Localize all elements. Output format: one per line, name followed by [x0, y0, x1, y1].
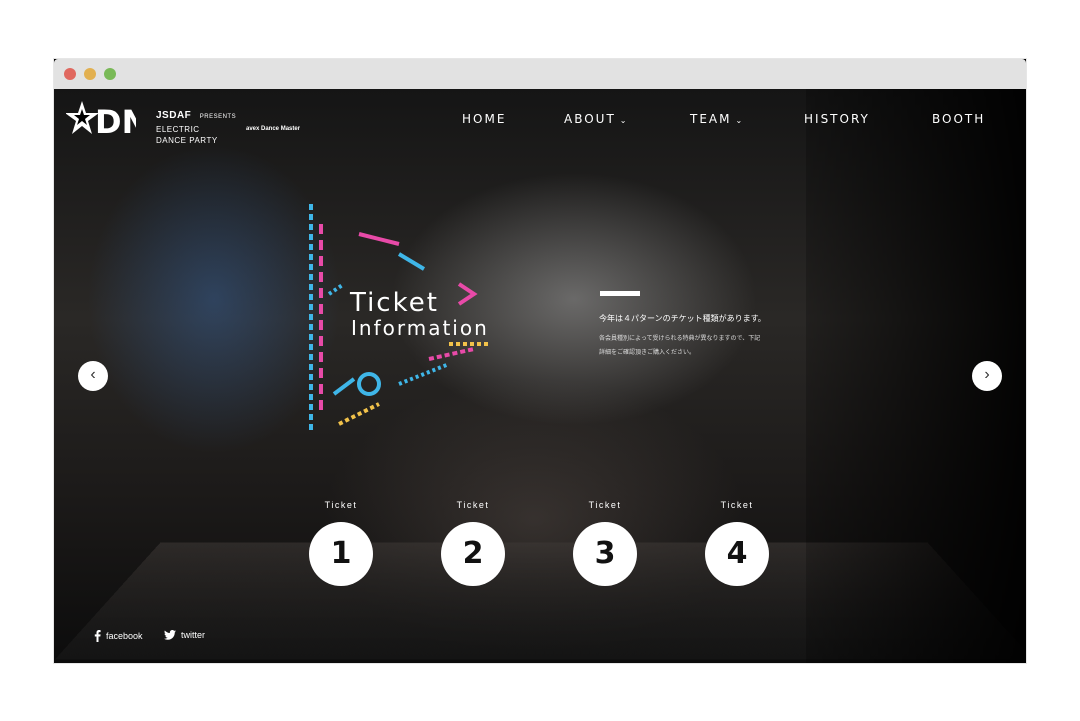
twitter-link[interactable]: twitter — [164, 630, 205, 640]
nav-booth-label: BOOTH — [932, 112, 985, 126]
ticket-4-label: Ticket — [705, 500, 769, 510]
dn-logo[interactable]: DN — [66, 99, 136, 141]
maximize-dot[interactable] — [104, 68, 116, 80]
nav-about-label: ABOUT — [564, 112, 616, 126]
ticket-1-label: Ticket — [309, 500, 373, 510]
ticket-2-button[interactable]: 2 — [441, 522, 505, 586]
facebook-link[interactable]: facebook — [94, 630, 143, 642]
nav-history[interactable]: HISTORY — [804, 112, 870, 126]
browser-titlebar — [54, 59, 1026, 89]
facebook-label: facebook — [106, 631, 143, 641]
nav-history-label: HISTORY — [804, 112, 870, 126]
ticket-note-line1: 各会員種別によって受けられる特典が異なりますので、下記 — [599, 333, 760, 342]
ticket-3-button[interactable]: 3 — [573, 522, 637, 586]
ticket-note-line2: 詳細をご確認頂きご購入ください。 — [599, 347, 695, 356]
event-name-line1: ELECTRIC — [156, 126, 236, 134]
chevron-down-icon: ⌄ — [735, 116, 742, 125]
hero-section: DN JSDAF PRESENTS ELECTRIC DANCE PARTY a… — [54, 89, 1026, 663]
event-name-line2: DANCE PARTY — [156, 137, 236, 145]
ticket-3-label: Ticket — [573, 500, 637, 510]
twitter-icon — [164, 630, 176, 640]
ticket-1-button[interactable]: 1 — [309, 522, 373, 586]
jsdaf-label: JSDAF — [156, 110, 191, 121]
nav-team[interactable]: TEAM ⌄ — [690, 112, 742, 126]
twitter-label: twitter — [181, 630, 205, 640]
nav-home-label: HOME — [462, 112, 506, 126]
minimize-dot[interactable] — [84, 68, 96, 80]
nav-home[interactable]: HOME — [462, 112, 506, 126]
next-slide-button[interactable]: › — [972, 361, 1002, 391]
accent-bar — [600, 291, 640, 296]
chevron-right-icon: › — [984, 366, 989, 383]
nav-team-label: TEAM — [690, 112, 731, 126]
ticket-description: 今年は４パターンのチケット種類があります。 — [599, 313, 766, 324]
nav-about[interactable]: ABOUT ⌄ — [564, 112, 627, 126]
sponsor-logo: avex Dance Master — [246, 126, 300, 132]
ticket-2-label: Ticket — [441, 500, 505, 510]
title-line-2: Information — [351, 317, 489, 339]
close-dot[interactable] — [64, 68, 76, 80]
facebook-icon — [94, 630, 101, 642]
ticket-info-title: Ticket Information — [350, 289, 489, 339]
ticket-4-button[interactable]: 4 — [705, 522, 769, 586]
browser-window: DN JSDAF PRESENTS ELECTRIC DANCE PARTY a… — [54, 59, 1026, 663]
prev-slide-button[interactable]: ‹ — [78, 361, 108, 391]
nav-booth[interactable]: BOOTH — [932, 112, 985, 126]
presents-block: JSDAF PRESENTS ELECTRIC DANCE PARTY — [156, 105, 236, 145]
chevron-left-icon: ‹ — [90, 366, 95, 383]
svg-text:DN: DN — [95, 103, 136, 141]
chevron-down-icon: ⌄ — [620, 116, 627, 125]
title-line-1: Ticket — [350, 289, 489, 317]
presents-label: PRESENTS — [200, 114, 236, 120]
